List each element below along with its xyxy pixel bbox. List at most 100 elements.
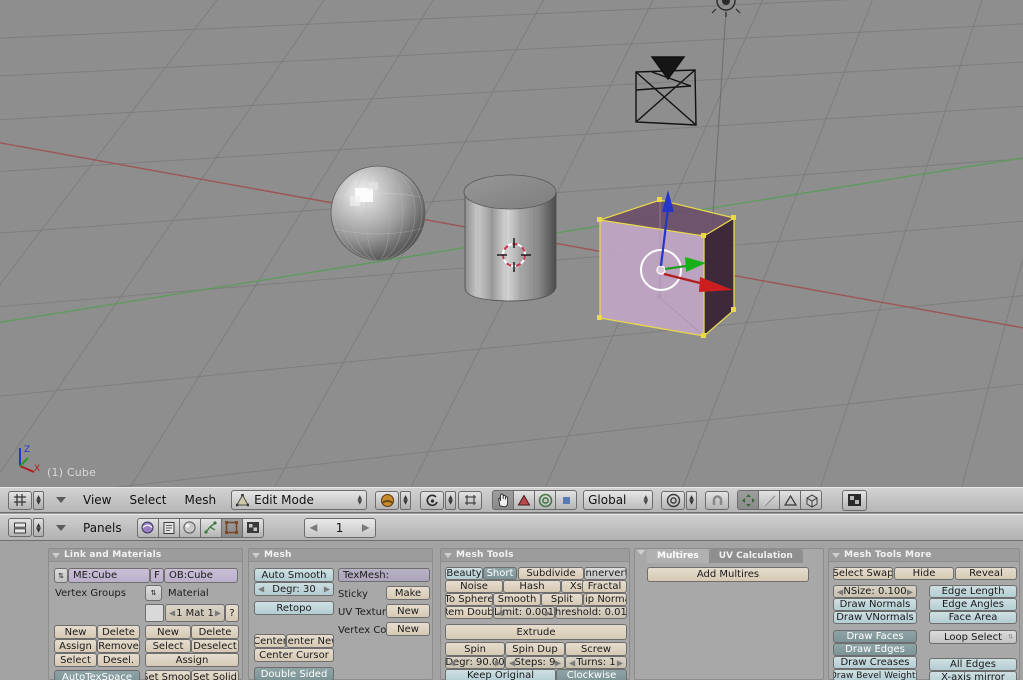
material-browse-icon[interactable]: ⇅: [145, 585, 162, 601]
face-area-button[interactable]: Face Area: [929, 611, 1017, 624]
autotexspace-button[interactable]: AutoTexSpace: [54, 670, 140, 680]
proportional-edit-icon[interactable]: [458, 490, 483, 510]
material-assign-button[interactable]: Assign: [145, 653, 239, 667]
buttons-window-icon[interactable]: [8, 518, 32, 537]
hide-button[interactable]: Hide: [894, 567, 954, 580]
beauty-button[interactable]: Beauty: [445, 567, 483, 580]
turns-next-icon[interactable]: ▶: [617, 658, 623, 667]
menu-select[interactable]: Select: [120, 493, 175, 507]
render-image-icon-button[interactable]: [842, 489, 868, 511]
frame-chevron-left-icon[interactable]: ◀: [310, 522, 318, 533]
auto-smooth-button[interactable]: Auto Smooth: [254, 568, 334, 582]
fractal-button[interactable]: Fractal: [582, 580, 627, 593]
editing-context-mesh-icon[interactable]: [220, 517, 243, 538]
material-help-button[interactable]: ?: [225, 604, 239, 622]
material-delete-button[interactable]: Delete: [191, 625, 239, 639]
vgroup-assign-button[interactable]: Assign: [54, 639, 97, 653]
keep-original-button[interactable]: Keep Original: [445, 669, 556, 680]
screw-button[interactable]: Screw: [565, 642, 627, 656]
snap-magnet-icon[interactable]: [705, 490, 730, 510]
degr-next-icon[interactable]: ▶: [324, 585, 330, 594]
vertex-color-new-button[interactable]: New: [386, 622, 430, 636]
nsize-next-icon[interactable]: ▶: [907, 587, 913, 596]
auto-smooth-degr-field[interactable]: ◀ Degr: 30 ▶: [254, 582, 334, 596]
vgroup-delete-button[interactable]: Delete: [97, 625, 140, 639]
spin-degr-prev-icon[interactable]: ◀: [449, 658, 455, 667]
hash-button[interactable]: Hash: [503, 580, 561, 593]
sticky-make-button[interactable]: Make: [386, 586, 430, 600]
draw-bevel-weights-button[interactable]: Draw Bevel Weights: [833, 669, 917, 680]
buttons-window-type-spinner[interactable]: ▲ ▼: [33, 518, 44, 537]
window-type-grid-icon[interactable]: [8, 490, 32, 510]
window-type-spinner[interactable]: ▲ ▼: [33, 490, 44, 510]
mode-selector[interactable]: Edit Mode ▲ ▼: [231, 490, 368, 510]
limit-prev-icon[interactable]: ◀: [497, 608, 503, 617]
innervert-selector[interactable]: Innervert: [584, 567, 627, 580]
material-color-swatch[interactable]: [145, 604, 164, 622]
subdivide-button[interactable]: Subdivide: [518, 567, 584, 580]
limit-field[interactable]: ◀ Limit: 0.001 ▶: [493, 606, 555, 619]
mesh-name-field[interactable]: ME:Cube: [68, 568, 150, 583]
steps-prev-icon[interactable]: ◀: [509, 658, 515, 667]
vgroup-remove-button[interactable]: Remove: [97, 639, 140, 653]
mode-spinner-arrows[interactable]: ▲ ▼: [357, 495, 362, 506]
mesh-browse-icon[interactable]: ⇅: [54, 568, 68, 583]
center-button[interactable]: Center: [254, 634, 286, 648]
manipulator-spinner[interactable]: ▲ ▼: [686, 490, 698, 510]
panel-header-mesh-tools-more[interactable]: Mesh Tools More: [829, 549, 1019, 562]
mat-prev-icon[interactable]: ◀: [169, 609, 175, 618]
draw-vnormals-button[interactable]: Draw VNormals: [833, 611, 917, 624]
spin-degr-next-icon[interactable]: ▶: [495, 658, 501, 667]
tab-multires[interactable]: Multires: [647, 549, 709, 563]
shading-context-material-sphere-icon[interactable]: [178, 517, 201, 538]
uv-texture-new-button[interactable]: New: [386, 604, 430, 618]
draw-creases-button[interactable]: Draw Creases: [833, 656, 917, 669]
select-swap-button[interactable]: Select Swap: [833, 567, 893, 580]
spin-button[interactable]: Spin: [445, 642, 505, 656]
material-deselect-button[interactable]: Deselect: [191, 639, 239, 653]
script-context-icon[interactable]: [157, 517, 180, 538]
spin-turns-field[interactable]: ◀ Turns: 1 ▶: [565, 656, 627, 669]
material-select-button[interactable]: Select: [145, 639, 191, 653]
pivot-median-icon[interactable]: [420, 490, 445, 510]
manipulator-toggle-target-icon[interactable]: [661, 490, 686, 510]
smooth-button[interactable]: Smooth: [493, 593, 541, 606]
vgroup-desel-button[interactable]: Desel.: [97, 653, 140, 667]
material-new-button[interactable]: New: [145, 625, 191, 639]
flip-normal-button[interactable]: Flip Normal: [583, 593, 627, 606]
add-multires-button[interactable]: Add Multires: [647, 567, 809, 582]
short-button[interactable]: Short: [483, 567, 517, 580]
spin-dup-button[interactable]: Spin Dup: [505, 642, 565, 656]
panel-collapse-icon[interactable]: [832, 552, 840, 558]
center-cursor-button[interactable]: Center Cursor: [254, 648, 334, 662]
menu-view[interactable]: View: [74, 493, 120, 507]
loop-select-selector[interactable]: Loop Select ⇅: [929, 630, 1017, 644]
object-name-field[interactable]: OB:Cube: [164, 568, 238, 583]
panel-collapse-icon[interactable]: [252, 552, 260, 558]
scene-context-render-icon[interactable]: [241, 517, 264, 538]
vgroup-new-button[interactable]: New: [54, 625, 97, 639]
draw-type-shading-solid-icon[interactable]: [375, 490, 400, 510]
panel-header-link-and-materials[interactable]: Link and Materials: [49, 549, 242, 562]
face-select-mode-circle-icon[interactable]: [534, 490, 557, 510]
noise-button[interactable]: Noise: [445, 580, 503, 593]
center-new-button[interactable]: Center New: [286, 634, 334, 648]
draw-type-spinner[interactable]: ▲ ▼: [400, 490, 412, 510]
rem-doubles-button[interactable]: Rem Doubl: [445, 606, 493, 619]
fake-user-button[interactable]: F: [150, 568, 164, 583]
clockwise-button[interactable]: Clockwise: [556, 669, 627, 680]
nsize-field[interactable]: ◀ NSize: 0.100 ▶: [833, 585, 917, 598]
to-sphere-button[interactable]: To Sphere: [445, 593, 493, 606]
edge-angles-button[interactable]: Edge Angles: [929, 598, 1017, 611]
draw-edges-button[interactable]: Draw Edges: [833, 643, 917, 656]
tab-uv-calculation[interactable]: UV Calculation: [708, 549, 803, 563]
x-axis-mirror-button[interactable]: X-axis mirror: [929, 671, 1017, 680]
panel-header-mesh-tools[interactable]: Mesh Tools: [441, 549, 629, 562]
panels-collapse-chevron-down-icon[interactable]: [56, 524, 66, 531]
turns-prev-icon[interactable]: ◀: [569, 658, 575, 667]
reveal-button[interactable]: Reveal: [955, 567, 1017, 580]
threshold-field[interactable]: Threshold: 0.010: [555, 606, 627, 619]
header-collapse-chevron-down-icon[interactable]: [56, 497, 66, 503]
draw-normals-button[interactable]: Draw Normals: [833, 598, 917, 611]
split-button[interactable]: Split: [541, 593, 583, 606]
